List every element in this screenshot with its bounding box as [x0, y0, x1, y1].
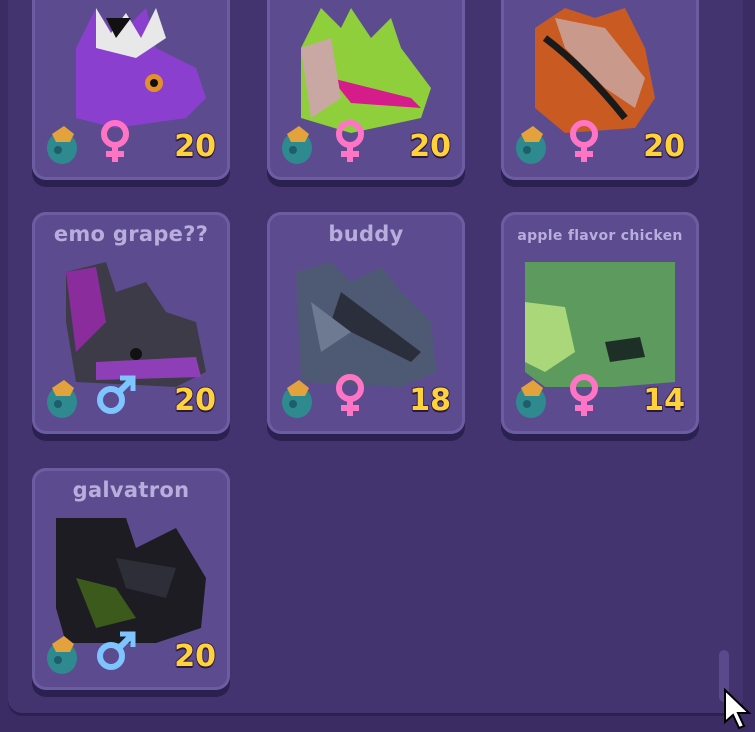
pet-age: 20	[642, 128, 686, 165]
dragon-egg-icon	[47, 636, 77, 674]
dragon-egg-icon	[516, 126, 546, 164]
mouse-cursor-icon	[724, 688, 752, 730]
female-symbol-icon	[101, 120, 129, 162]
pet-card[interactable]: galvatron 20	[32, 468, 230, 690]
pet-card[interactable]: apple flavor chicken 14	[501, 212, 699, 434]
female-symbol-icon	[336, 120, 364, 162]
dragon-egg-icon	[282, 126, 312, 164]
pet-age: 14	[642, 382, 686, 419]
female-symbol-icon	[570, 120, 598, 162]
pet-age: 20	[173, 382, 217, 419]
pet-age: 20	[408, 128, 452, 165]
female-symbol-icon	[336, 374, 364, 416]
pet-inventory-panel: 20 20 20 emo grape?? 20 buddy 18 apple f…	[8, 0, 743, 716]
pet-name: apple flavor chicken	[517, 228, 683, 244]
dragon-egg-icon	[47, 380, 77, 418]
pet-name: galvatron	[72, 478, 190, 502]
pet-card[interactable]: buddy 18	[267, 212, 465, 434]
female-symbol-icon	[570, 374, 598, 416]
pet-card[interactable]: emo grape?? 20	[32, 212, 230, 434]
pet-card[interactable]: 20	[501, 0, 699, 180]
dragon-egg-icon	[47, 126, 77, 164]
pet-card[interactable]: 20	[32, 0, 230, 180]
pet-age: 20	[173, 128, 217, 165]
dragon-egg-icon	[516, 380, 546, 418]
male-symbol-icon	[97, 631, 136, 670]
male-symbol-icon	[97, 375, 136, 414]
pet-name: emo grape??	[53, 222, 209, 246]
pet-age: 18	[408, 382, 452, 419]
dragon-egg-icon	[282, 380, 312, 418]
pet-card[interactable]: 20	[267, 0, 465, 180]
pet-name: buddy	[328, 222, 404, 246]
pet-age: 20	[173, 638, 217, 675]
